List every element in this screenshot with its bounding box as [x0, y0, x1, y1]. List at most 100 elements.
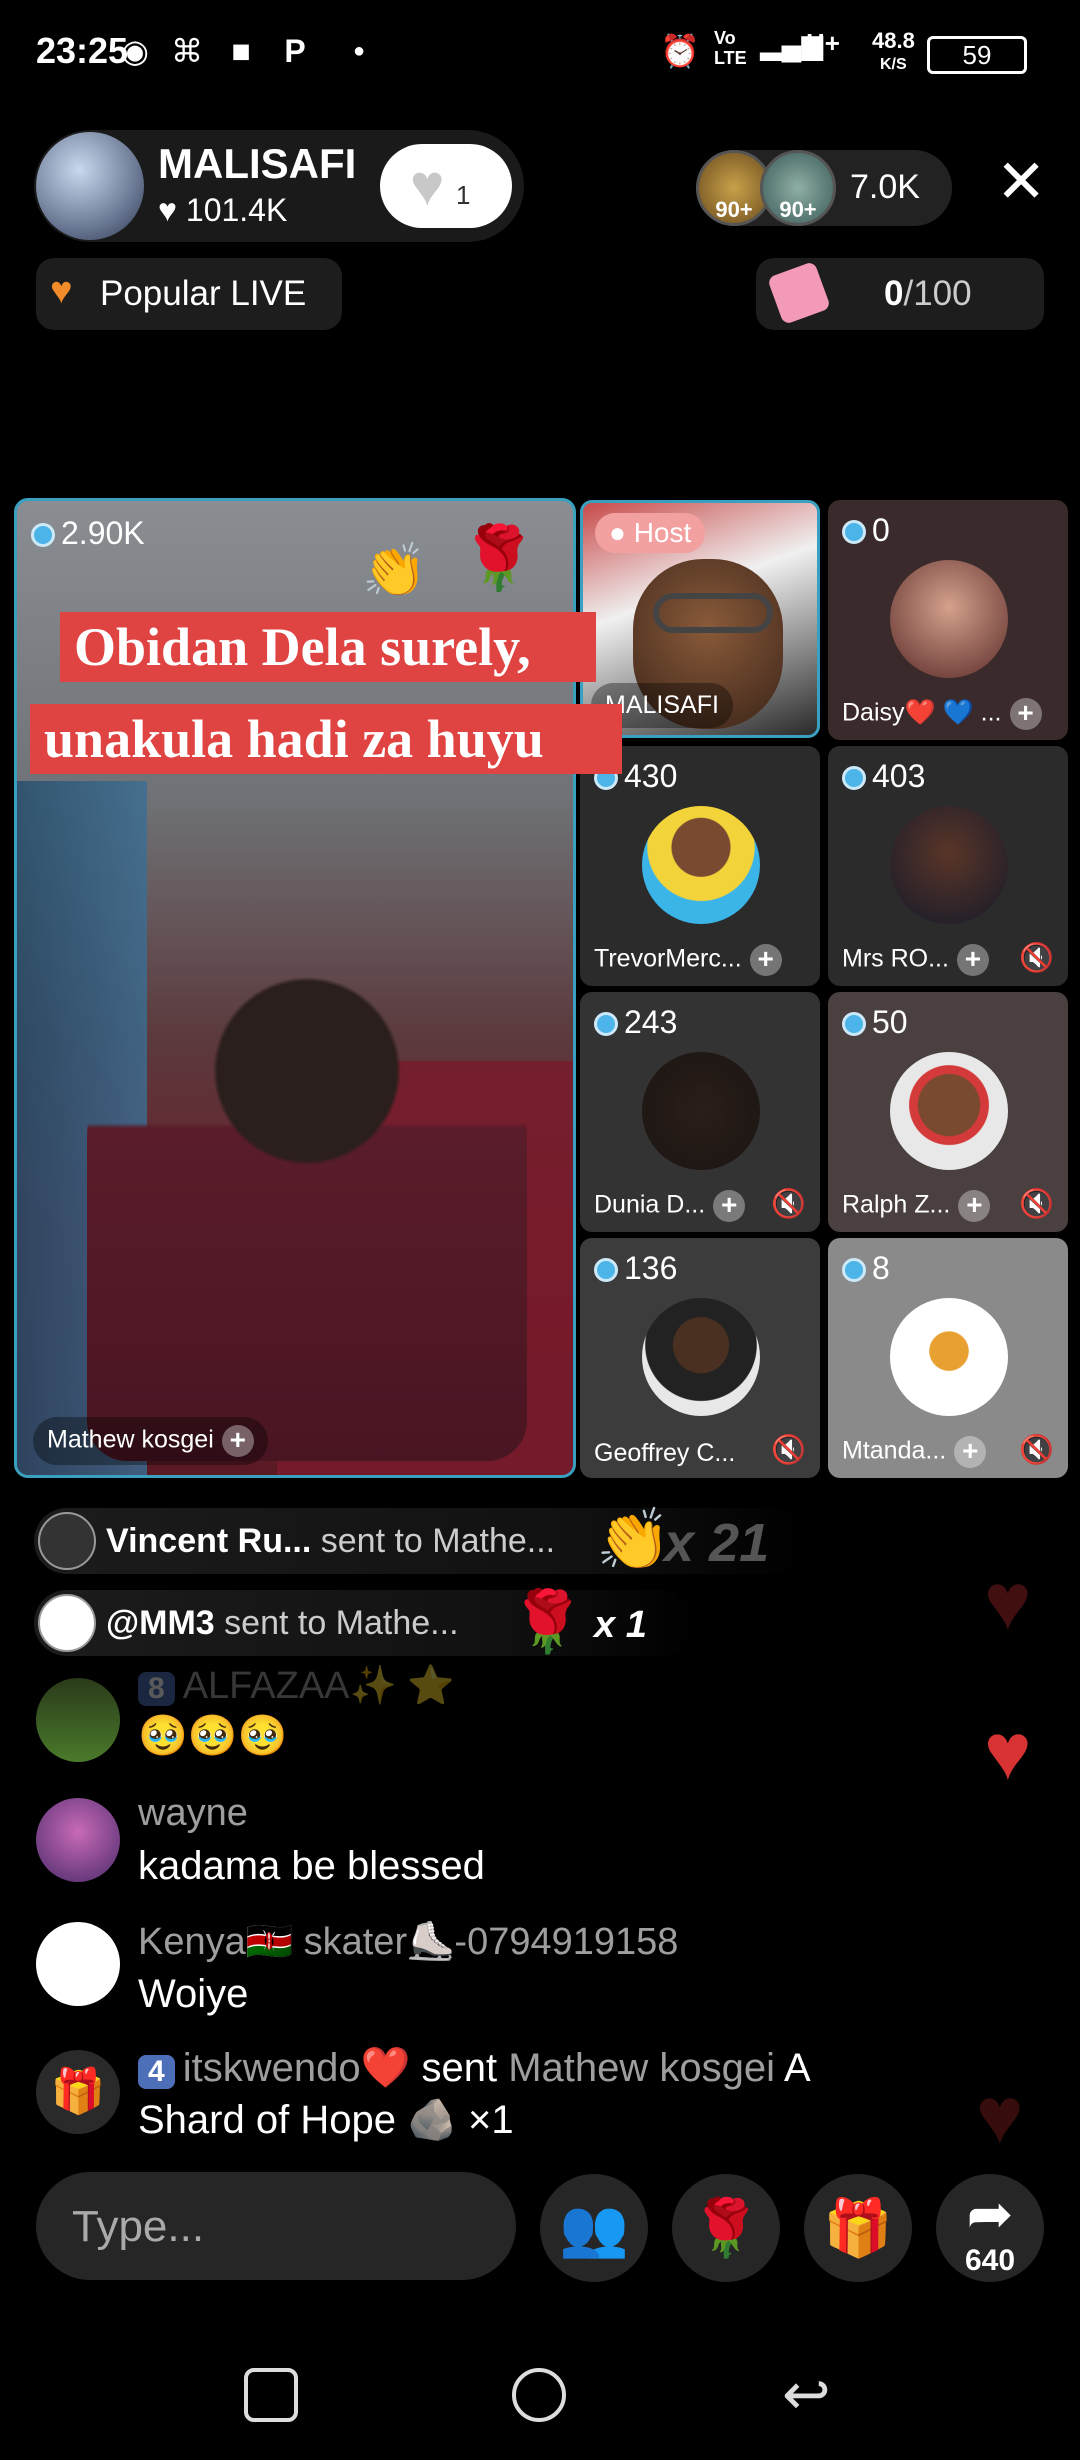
gift-recipient: sent to Mathe... [224, 1604, 459, 1642]
rose-gift-icon: 🌹 [510, 1588, 585, 1655]
guest-person-image [87, 941, 527, 1461]
gift-sender-avatar [38, 1594, 96, 1652]
plus-icon[interactable]: + [749, 944, 782, 976]
comment-input[interactable]: Type... [36, 2172, 516, 2280]
tile-name-text: Daisy❤️ 💙 ... [842, 698, 1002, 727]
gift-goal-pill[interactable]: 0/100 [756, 258, 1044, 330]
host-badge: ● Host [595, 513, 706, 553]
plus-icon[interactable]: + [958, 1190, 991, 1222]
rose-icon: 🌹 [691, 2196, 761, 2259]
rose-button[interactable]: 🌹 [672, 2174, 780, 2282]
plus-icon[interactable]: + [713, 1190, 746, 1222]
mic-muted-icon: 🔇 [771, 1434, 806, 1465]
guest-name: Mathew kosgei [47, 1425, 214, 1454]
video-camera-icon: ■ [231, 33, 251, 69]
guest-logo-avatar [890, 1298, 1008, 1416]
tile-name-text: Geoffrey C... [594, 1439, 736, 1467]
tile-coins: 0 [842, 512, 890, 549]
gift-multiplier: x 1 [594, 1604, 647, 1646]
network-type: H+ [806, 28, 840, 58]
popular-live-label: Popular LIVE [100, 274, 307, 313]
tile-coin-value: 403 [872, 758, 926, 794]
chat-username-text: ALFAZAA✨ ⭐ [182, 1665, 455, 1707]
viewer-count[interactable]: 7.0K [850, 168, 920, 207]
mic-muted-icon: 🔇 [1019, 942, 1054, 973]
level-badge: 8 [138, 1672, 175, 1706]
gift-button[interactable]: 🎁 [804, 2174, 912, 2282]
floating-heart-icon: ♥ [984, 1557, 1032, 1646]
recents-button[interactable] [244, 2368, 298, 2422]
comment-placeholder: Type... [72, 2202, 205, 2251]
floating-heart-icon: ♥ [984, 1707, 1032, 1796]
status-bar: 23:25 ◉ ⌘ ■ P ● ⏰ Vo LTE ▂▄▆ H+ 48.8 K/S… [0, 0, 1080, 110]
gift-banner-text: @MM3 sent to Mathe... [106, 1604, 459, 1643]
guest-name-tag[interactable]: Mathew kosgei + [33, 1417, 268, 1465]
plus-icon[interactable]: + [221, 1425, 254, 1457]
tile-name-text: Mrs RO... [842, 944, 949, 973]
tile-coin-value: 243 [624, 1004, 678, 1040]
guest-avatar [642, 806, 760, 924]
top-viewer-avatar-2[interactable]: 90+ [760, 150, 836, 226]
coin-icon [594, 1012, 618, 1036]
guest-tile-dunia[interactable]: 243 Dunia D... + 🔇 [580, 992, 820, 1232]
tile-coins: 403 [842, 758, 925, 795]
tile-name-text: TrevorMerc... [594, 944, 742, 973]
dot-icon: ● [352, 40, 366, 62]
plus-icon[interactable]: + [1009, 698, 1042, 730]
host-likes: ♥ 101.4K [158, 192, 287, 229]
share-count: 640 [964, 2244, 1016, 2277]
home-button[interactable] [512, 2368, 566, 2422]
coin-icon [842, 1012, 866, 1036]
guests-button[interactable]: 👥 [540, 2174, 648, 2282]
plus-icon[interactable]: + [956, 944, 989, 976]
plus-icon[interactable]: + [954, 1436, 987, 1468]
viewer-rank-badge: 90+ [779, 197, 817, 222]
mic-muted-icon: 🔇 [1019, 1188, 1054, 1219]
back-button[interactable]: ↩ [782, 2360, 831, 2428]
guest-tile-geoffrey[interactable]: 136 Geoffrey C... 🔇 [580, 1238, 820, 1478]
guest-tile-mrs-ro[interactable]: 403 Mrs RO... + 🔇 [828, 746, 1068, 986]
host-avatar[interactable] [36, 132, 144, 240]
share-button[interactable]: ➦ 640 [936, 2174, 1044, 2282]
follow-count: 1 [456, 180, 471, 210]
chat-avatar[interactable] [36, 1798, 120, 1882]
tile-coin-value: 430 [624, 758, 678, 794]
net-speed-unit: K/S [880, 56, 907, 73]
gift-recipient: sent to Mathe... [320, 1522, 556, 1560]
net-speed: 48.8 [872, 28, 915, 53]
guest-tile-mtanda[interactable]: 8 Mtanda... + 🔇 [828, 1238, 1068, 1478]
tile-coin-value: 8 [872, 1250, 890, 1286]
chat-avatar[interactable] [36, 1922, 120, 2006]
tile-name: Mtanda... + [842, 1436, 987, 1468]
chat-message: Woiye [138, 1972, 249, 2016]
tile-coins: 136 [594, 1250, 677, 1287]
chat-gift-line2: Shard of Hope 🪨 ×1 [138, 2098, 514, 2142]
chat-username-text: itskwendo❤️ [182, 2046, 411, 2090]
alarm-icon: ⏰ [660, 33, 700, 69]
gift-banner: @MM3 sent to Mathe... 🌹 x 1 [34, 1588, 694, 1656]
tile-name: Ralph Z... + [842, 1190, 991, 1222]
goal-current: 0 [884, 274, 904, 313]
floating-heart-icon: ♥ [976, 2071, 1024, 2160]
coin-icon [842, 520, 866, 544]
ticket-icon [766, 260, 832, 326]
tile-name: TrevorMerc... + [594, 944, 782, 976]
viewer-rank-badge: 90+ [715, 197, 753, 222]
guest-tile-ralph[interactable]: 50 Ralph Z... + 🔇 [828, 992, 1068, 1232]
caption-line-1: Obidan Dela surely, [60, 612, 596, 682]
guest-tile-daisy[interactable]: 0 Daisy❤️ 💙 ... + [828, 500, 1068, 740]
guest-avatar [642, 1298, 760, 1416]
chat-username: Kenya🇰🇪 skater⛸️-0794919158 [138, 1921, 679, 1963]
mic-muted-icon: 🔇 [771, 1188, 806, 1219]
chat-gift-article: A [783, 2046, 811, 2090]
tile-name-text: Dunia D... [594, 1190, 706, 1219]
popular-live-badge[interactable]: ♥ Popular LIVE [36, 258, 342, 330]
guest-avatar [890, 806, 1008, 924]
chat-message: 🥹🥹🥹 [138, 1714, 288, 1758]
close-icon[interactable]: ✕ [996, 152, 1046, 212]
tile-coin-value: 0 [872, 512, 890, 548]
gamepad-icon: ⌘ [171, 33, 203, 69]
chat-avatar[interactable] [36, 1678, 120, 1762]
follow-button[interactable]: ♥ 1 [380, 144, 512, 228]
broken-heart-icon: ♥ [50, 270, 73, 312]
